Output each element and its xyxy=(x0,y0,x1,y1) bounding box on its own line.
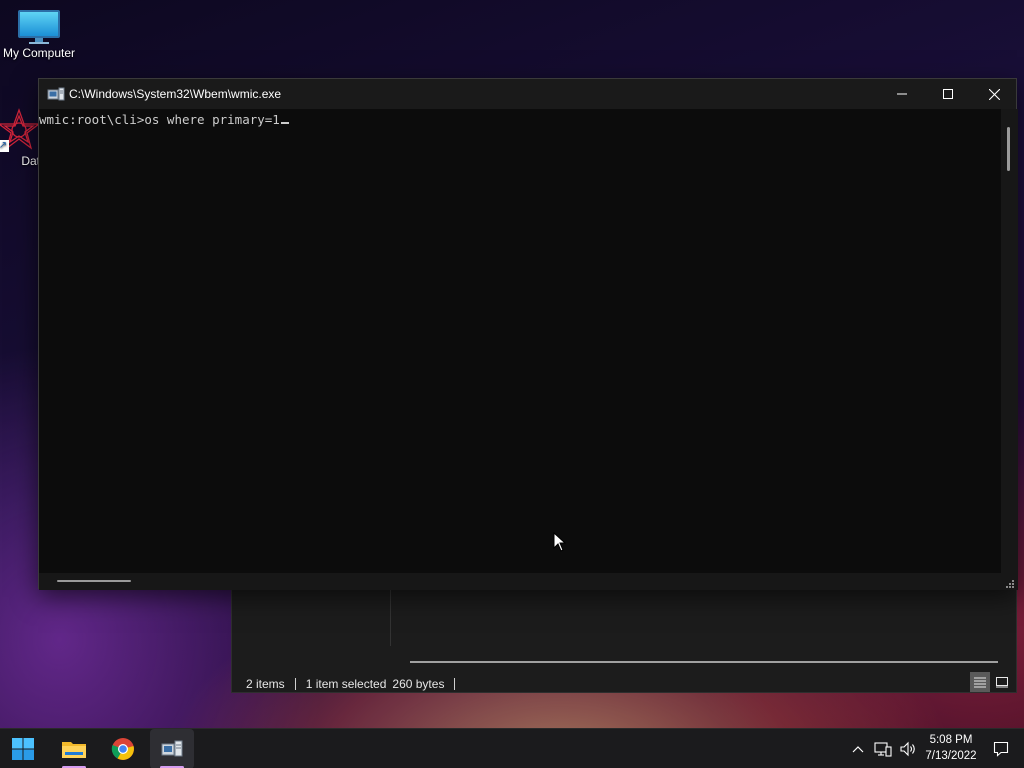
start-button[interactable] xyxy=(1,729,45,768)
wmic-app-icon[interactable] xyxy=(47,86,65,107)
maximize-button[interactable] xyxy=(925,79,971,109)
datawatch-star-icon: ↗ xyxy=(0,108,41,152)
chevron-up-icon xyxy=(852,746,864,753)
volume-button[interactable] xyxy=(896,729,920,768)
horizontal-scrollbar[interactable] xyxy=(39,573,1018,590)
console-command-line[interactable]: wmic:root\cli>os where primary=1 xyxy=(39,112,289,127)
details-view-icon xyxy=(974,677,986,688)
text-cursor xyxy=(280,122,289,124)
start-icon xyxy=(12,738,34,760)
taskbar-chrome[interactable] xyxy=(101,729,145,768)
mouse-pointer-icon xyxy=(553,531,567,557)
vertical-scrollbar[interactable] xyxy=(1001,109,1018,573)
item-count: 2 items xyxy=(246,677,285,691)
status-divider xyxy=(294,678,296,690)
clock-date: 7/13/2022 xyxy=(925,750,977,762)
status-divider xyxy=(454,678,456,690)
large-icons-view-icon xyxy=(996,677,1008,688)
pane-divider[interactable] xyxy=(390,586,391,646)
maximize-icon xyxy=(943,89,953,99)
minimize-icon xyxy=(897,93,907,95)
status-bar: 2 items 1 item selected 260 bytes xyxy=(232,674,1016,694)
shortcut-arrow-icon: ↗ xyxy=(0,140,9,152)
horizontal-scroll-thumb[interactable] xyxy=(57,580,131,582)
volume-icon xyxy=(900,741,915,757)
taskbar: 5:08 PM 7/13/2022 xyxy=(0,728,1024,768)
details-view-button[interactable] xyxy=(970,672,990,692)
file-explorer-window[interactable]: 2 items 1 item selected 260 bytes xyxy=(231,585,1017,693)
large-icons-view-button[interactable] xyxy=(992,672,1012,692)
network-button[interactable] xyxy=(871,729,895,768)
wmic-icon xyxy=(161,740,183,757)
desktop-icon-label: My Computer xyxy=(2,46,76,60)
file-explorer-icon xyxy=(62,742,86,758)
window-title: C:\Windows\System32\Wbem\wmic.exe xyxy=(69,87,282,101)
chrome-icon xyxy=(111,738,134,760)
network-icon xyxy=(874,742,892,757)
desktop-icon-my-computer[interactable]: My Computer xyxy=(0,8,78,60)
wmic-console-window[interactable]: C:\Windows\System32\Wbem\wmic.exe wmic:r… xyxy=(38,78,1018,590)
console-output-area[interactable]: wmic:root\cli>os where primary=1 xyxy=(39,109,1001,573)
title-bar[interactable]: C:\Windows\System32\Wbem\wmic.exe xyxy=(39,79,1016,109)
monitor-icon xyxy=(17,8,61,44)
resize-grip-icon[interactable] xyxy=(1003,576,1015,588)
taskbar-file-explorer[interactable] xyxy=(52,729,96,768)
clock-time: 5:08 PM xyxy=(929,734,973,746)
console-input[interactable]: os where primary=1 xyxy=(144,112,279,127)
horizontal-scrollbar[interactable] xyxy=(410,661,998,663)
close-icon xyxy=(988,88,1000,100)
console-prompt: wmic:root\cli> xyxy=(39,112,145,127)
notification-icon xyxy=(993,741,1009,757)
taskbar-clock[interactable]: 5:08 PM 7/13/2022 xyxy=(918,732,984,764)
taskbar-wmic[interactable] xyxy=(150,729,194,768)
show-hidden-icons-button[interactable] xyxy=(848,729,868,768)
selection-size: 260 bytes xyxy=(392,677,445,691)
selection-count: 1 item selected xyxy=(305,677,387,691)
close-button[interactable] xyxy=(971,79,1017,109)
minimize-button[interactable] xyxy=(879,79,925,109)
notification-center-button[interactable] xyxy=(988,729,1014,768)
vertical-scroll-thumb[interactable] xyxy=(1007,127,1010,171)
